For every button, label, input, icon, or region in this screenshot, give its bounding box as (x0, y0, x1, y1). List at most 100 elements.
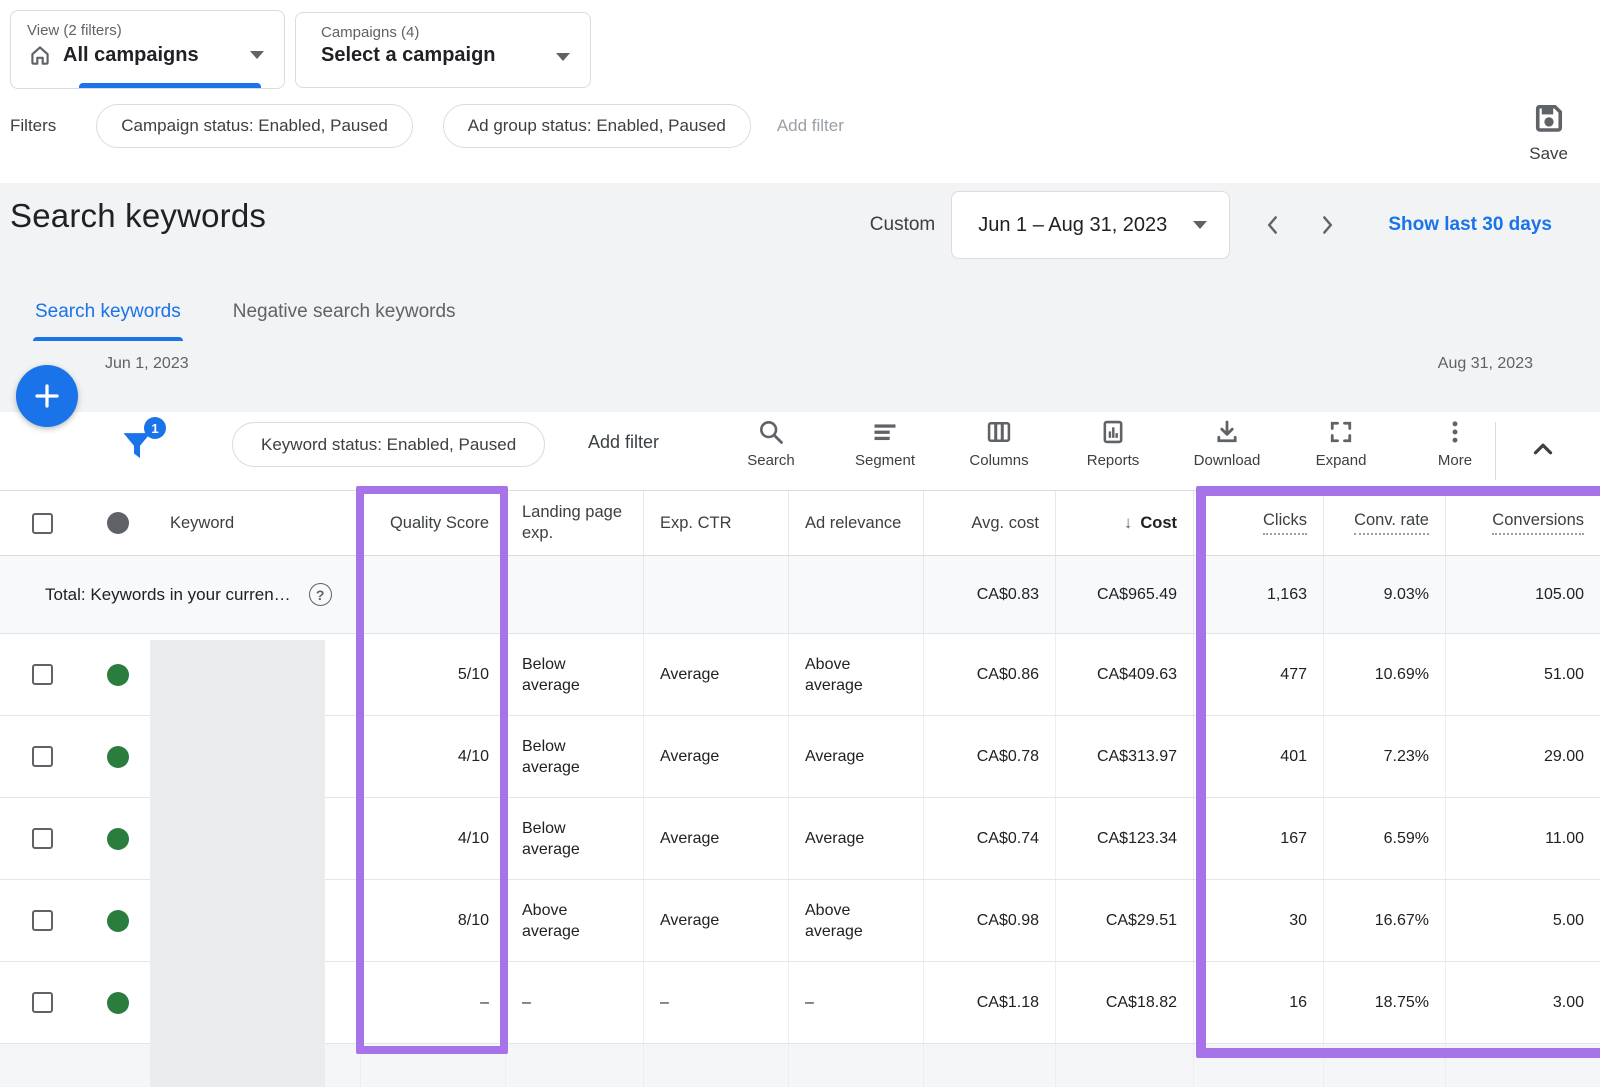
download-button[interactable]: Download (1170, 418, 1284, 469)
total-avg-cost: CA$0.83 (923, 556, 1055, 633)
toolbar-actions: Search Segment Columns Reports Download … (714, 418, 1512, 469)
avg-cost-cell: CA$0.98 (923, 880, 1055, 961)
ad-relevance-cell: Above average (788, 880, 923, 961)
exp-ctr-cell: Average (643, 880, 788, 961)
row-checkbox[interactable] (32, 746, 53, 767)
column-header-clicks[interactable]: Clicks (1193, 491, 1323, 555)
collapse-toolbar-button[interactable] (1528, 434, 1558, 464)
segment-button[interactable]: Segment (828, 418, 942, 469)
chevron-down-icon (556, 53, 570, 61)
page-header-section: Search keywords Custom Jun 1 – Aug 31, 2… (0, 183, 1600, 412)
view-selector-value: All campaigns (63, 44, 199, 67)
more-vertical-icon (1441, 418, 1469, 446)
column-header-conv-rate[interactable]: Conv. rate (1323, 491, 1445, 555)
expand-button[interactable]: Expand (1284, 418, 1398, 469)
conversions-cell: 5.00 (1445, 880, 1600, 961)
reports-button[interactable]: Reports (1056, 418, 1170, 469)
add-keywords-button[interactable] (16, 365, 78, 427)
timeline-start-date: Jun 1, 2023 (105, 355, 189, 373)
download-icon (1213, 418, 1241, 446)
column-header-exp-ctr[interactable]: Exp. CTR (643, 491, 788, 555)
show-last-30-days-link[interactable]: Show last 30 days (1388, 214, 1552, 236)
column-header-conversions[interactable]: Conversions (1445, 491, 1600, 555)
filters-label: Filters (10, 116, 56, 136)
column-header-quality-score[interactable]: Quality Score (360, 491, 505, 555)
campaign-selector[interactable]: Campaigns (4) Select a campaign (295, 12, 591, 88)
active-filters-button[interactable]: 1 (118, 424, 164, 476)
row-checkbox[interactable] (32, 828, 53, 849)
quality-score-cell: 4/10 (360, 798, 505, 879)
next-period-button[interactable] (1314, 210, 1340, 240)
filter-chip-campaign-status[interactable]: Campaign status: Enabled, Paused (96, 104, 413, 148)
clicks-cell: 30 (1193, 880, 1323, 961)
tab-negative-search-keywords[interactable]: Negative search keywords (233, 301, 456, 341)
view-selector-label: View (2 filters) (11, 11, 284, 42)
home-icon (27, 42, 53, 68)
row-checkbox[interactable] (32, 910, 53, 931)
column-header-cost[interactable]: ↓ Cost (1055, 491, 1193, 555)
date-range-value: Jun 1 – Aug 31, 2023 (978, 214, 1167, 237)
avg-cost-cell: CA$0.74 (923, 798, 1055, 879)
search-icon (757, 418, 785, 446)
tab-search-keywords[interactable]: Search keywords (35, 301, 181, 341)
ad-relevance-cell: Average (788, 716, 923, 797)
exp-ctr-cell: Average (643, 634, 788, 715)
help-icon[interactable]: ? (309, 583, 332, 606)
sort-descending-icon: ↓ (1124, 513, 1133, 533)
keyword-status-filter-chip[interactable]: Keyword status: Enabled, Paused (232, 422, 545, 467)
conv-rate-cell: 7.23% (1323, 716, 1445, 797)
column-header-landing-page-exp[interactable]: Landing page exp. (505, 491, 643, 555)
clicks-cell: 401 (1193, 716, 1323, 797)
conversions-cell: 11.00 (1445, 798, 1600, 879)
ad-relevance-cell: Above average (788, 634, 923, 715)
conv-rate-cell: 6.59% (1323, 798, 1445, 879)
timeline-end-date: Aug 31, 2023 (1438, 355, 1533, 373)
add-filter-button[interactable]: Add filter (777, 116, 844, 136)
view-selector[interactable]: View (2 filters) All campaigns (10, 10, 285, 89)
row-checkbox[interactable] (32, 664, 53, 685)
previous-period-button[interactable] (1260, 210, 1286, 240)
avg-cost-cell: CA$0.86 (923, 634, 1055, 715)
avg-cost-cell: CA$1.18 (923, 962, 1055, 1043)
select-all-checkbox[interactable] (32, 513, 53, 534)
ad-relevance-cell: Average (788, 798, 923, 879)
expand-icon (1327, 418, 1355, 446)
campaign-selector-label: Campaigns (4) (296, 13, 590, 44)
quality-score-cell: 4/10 (360, 716, 505, 797)
search-button[interactable]: Search (714, 418, 828, 469)
status-enabled-icon (107, 910, 129, 932)
top-bar: View (2 filters) All campaigns Campaigns… (0, 0, 1600, 183)
landing-page-exp-cell: Above average (505, 880, 643, 961)
row-checkbox[interactable] (32, 992, 53, 1013)
exp-ctr-cell: Average (643, 798, 788, 879)
ad-relevance-cell: – (788, 962, 923, 1043)
filters-row: Filters Campaign status: Enabled, Paused… (10, 104, 844, 148)
date-range-picker[interactable]: Jun 1 – Aug 31, 2023 (951, 191, 1230, 259)
cost-cell: CA$18.82 (1055, 962, 1193, 1043)
segment-icon (871, 418, 899, 446)
save-icon (1531, 100, 1567, 136)
save-button[interactable]: Save (1529, 100, 1568, 164)
status-enabled-icon (107, 664, 129, 686)
toolbar-divider (1495, 422, 1496, 480)
table-header-row: Keyword Quality Score Landing page exp. … (0, 490, 1600, 556)
page-title: Search keywords (10, 197, 266, 235)
filter-chip-ad-group-status[interactable]: Ad group status: Enabled, Paused (443, 104, 751, 148)
redacted-keywords-block (150, 640, 325, 1087)
column-header-avg-cost[interactable]: Avg. cost (923, 491, 1055, 555)
chevron-down-icon (1193, 221, 1207, 229)
status-enabled-icon (107, 746, 129, 768)
column-header-keyword[interactable]: Keyword (150, 491, 360, 555)
conversions-cell: 51.00 (1445, 634, 1600, 715)
total-conv-rate: 9.03% (1323, 556, 1445, 633)
table-total-row: Total: Keywords in your curren… ? CA$0.8… (0, 556, 1600, 634)
columns-button[interactable]: Columns (942, 418, 1056, 469)
add-filter-button[interactable]: Add filter (588, 432, 659, 453)
cost-cell: CA$313.97 (1055, 716, 1193, 797)
column-header-ad-relevance[interactable]: Ad relevance (788, 491, 923, 555)
quality-score-cell: 8/10 (360, 880, 505, 961)
table-toolbar: 1 Keyword status: Enabled, Paused Add fi… (0, 412, 1600, 490)
status-enabled-icon (107, 992, 129, 1014)
landing-page-exp-cell: Below average (505, 634, 643, 715)
landing-page-exp-cell: – (505, 962, 643, 1043)
